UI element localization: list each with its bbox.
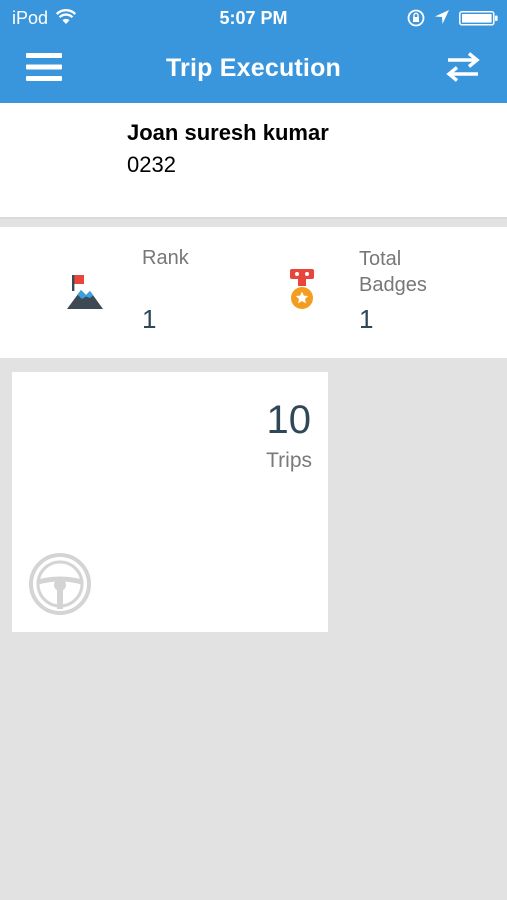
total-badges-value: 1: [359, 304, 374, 334]
app-header: iPod 5:07 PM Trip Execution: [0, 0, 507, 103]
trips-label: Trips: [266, 449, 312, 472]
mountain-flag-icon: [66, 274, 104, 315]
stats-section: Rank 1 Total Badges 1: [0, 227, 507, 358]
page-title: Trip Execution: [165, 54, 342, 82]
status-bar: iPod 5:07 PM: [0, 0, 507, 36]
status-time: 5:07 PM: [219, 8, 288, 28]
driver-name: Joan suresh kumar: [127, 120, 329, 145]
steering-wheel-icon: [28, 552, 92, 621]
location-arrow-icon: [434, 9, 450, 30]
battery-icon: [459, 11, 499, 31]
driver-id: 0232: [127, 152, 176, 177]
medal-icon: [287, 267, 317, 318]
total-badges-label: Total Badges: [359, 248, 427, 296]
profile-section: Joan suresh kumar 0232: [0, 103, 507, 219]
trips-count: 10: [266, 398, 312, 442]
swap-arrows-icon[interactable]: [445, 52, 481, 87]
trips-card[interactable]: 10 Trips: [12, 372, 328, 632]
rank-label: Rank: [142, 247, 189, 269]
rotation-lock-icon: [406, 9, 426, 32]
rank-value: 1: [142, 304, 157, 334]
